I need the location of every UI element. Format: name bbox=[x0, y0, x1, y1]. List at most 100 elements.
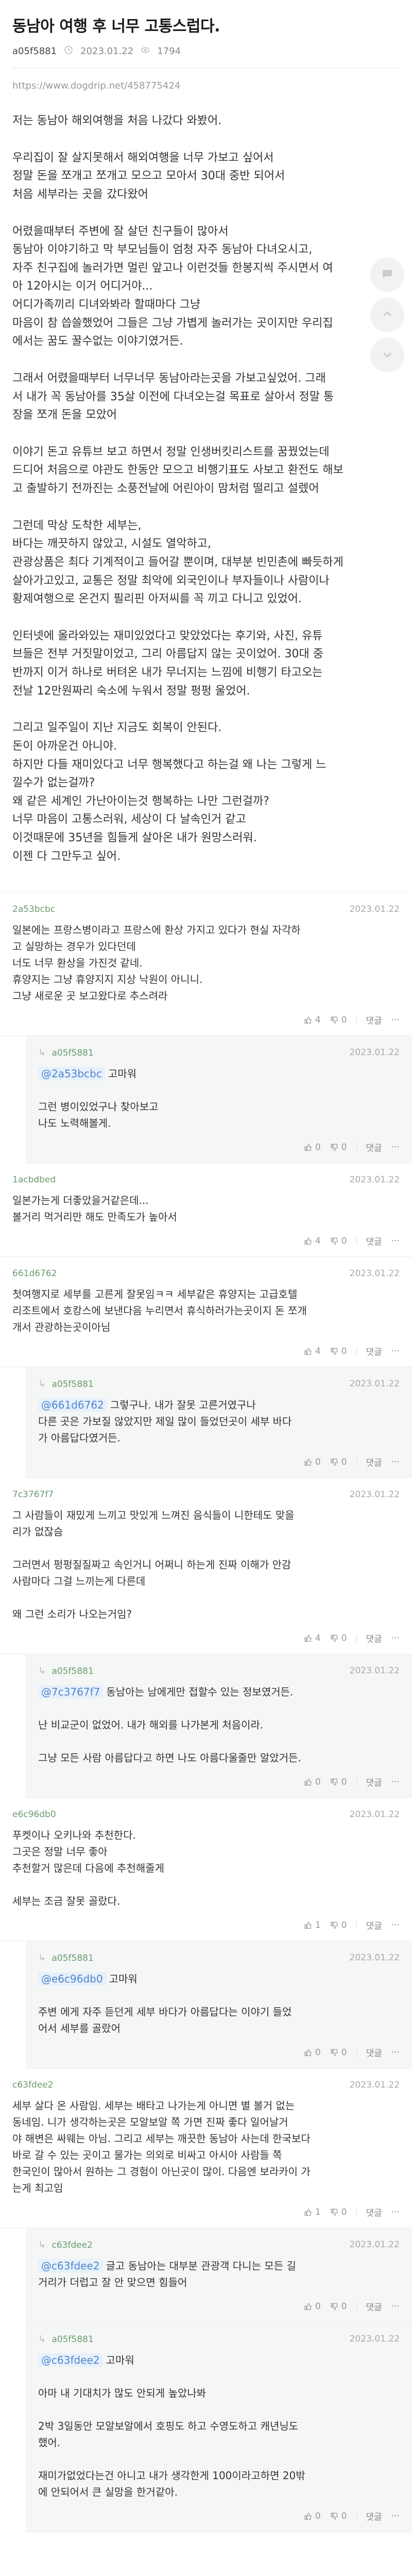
more-options-icon[interactable]: ··· bbox=[391, 1457, 400, 1467]
comment-author[interactable]: 661d6762 bbox=[12, 1268, 57, 1279]
more-options-icon[interactable]: ··· bbox=[391, 1633, 400, 1643]
more-options-icon[interactable]: ··· bbox=[391, 1777, 400, 1787]
more-options-icon[interactable]: ··· bbox=[391, 2301, 400, 2312]
dislike-count: 0 bbox=[341, 2047, 347, 2058]
comment-float-button[interactable] bbox=[371, 258, 404, 291]
dislike-button[interactable]: 0 bbox=[330, 2301, 347, 2312]
more-options-icon[interactable]: ··· bbox=[391, 1142, 400, 1153]
thumbs-down-icon bbox=[331, 1144, 338, 1151]
reply-button[interactable]: 댓글 bbox=[366, 1141, 382, 1154]
reply-button[interactable]: 댓글 bbox=[366, 2510, 382, 2522]
comment-body: 세부 살다 온 사람임. 세부는 배타고 나가는게 아니면 별 볼거 없는 동네… bbox=[12, 2097, 400, 2196]
like-button[interactable]: 0 bbox=[304, 1457, 321, 1467]
dislike-count: 0 bbox=[341, 1633, 347, 1643]
more-options-icon[interactable]: ··· bbox=[391, 2511, 400, 2521]
comment-body: @c63fdee2 고마워 아마 내 기대치가 많도 안되게 높았나봐 2박 3일… bbox=[38, 2352, 400, 2500]
thumbs-up-icon bbox=[304, 2209, 312, 2216]
comment-list: 2a53bcbc 2023.01.22 일본에는 프랑스병이라고 프랑스에 환상… bbox=[0, 892, 412, 2533]
dislike-button[interactable]: 0 bbox=[330, 2511, 347, 2521]
more-options-icon[interactable]: ··· bbox=[391, 1920, 400, 1930]
mention-tag[interactable]: @661d6762 bbox=[38, 1398, 107, 1412]
dislike-button[interactable]: 0 bbox=[330, 1142, 347, 1153]
comment-author[interactable]: 2a53bcbc bbox=[12, 904, 55, 914]
divider bbox=[356, 1458, 357, 1466]
mention-tag[interactable]: @c63fdee2 bbox=[38, 2259, 103, 2273]
paragraph: 어렸을때부터 주변에 잘 살던 친구들이 많아서 동남아 이야기하고 막 부모님… bbox=[12, 225, 333, 348]
dislike-button[interactable]: 0 bbox=[330, 2207, 347, 2217]
divider bbox=[356, 1921, 357, 1929]
comment-author[interactable]: c63fdee2 bbox=[12, 2080, 54, 2090]
comment-item: 7c3767f7 2023.01.22 그 사람들이 재밌게 느끼고 맛있게 느… bbox=[0, 1478, 412, 1655]
dislike-button[interactable]: 0 bbox=[330, 1777, 347, 1787]
comment-author[interactable]: 1acbdbed bbox=[12, 1175, 56, 1185]
reply-button[interactable]: 댓글 bbox=[366, 2300, 382, 2313]
thumbs-down-icon bbox=[331, 2209, 338, 2216]
comment-author[interactable]: a05f5881 bbox=[52, 2334, 94, 2345]
comment-author[interactable]: a05f5881 bbox=[52, 1953, 94, 1963]
more-options-icon[interactable]: ··· bbox=[391, 1236, 400, 1246]
reply-button[interactable]: 댓글 bbox=[366, 1013, 382, 1026]
paragraph: 이야기 돈고 유튜브 보고 하면서 정말 인생버킷리스트를 꿈꿨었는데 드디어 … bbox=[12, 445, 344, 495]
dislike-button[interactable]: 0 bbox=[330, 1457, 347, 1467]
source-link[interactable]: https://www.dogdrip.net/458775424 bbox=[0, 68, 412, 91]
dislike-count: 0 bbox=[341, 2207, 347, 2217]
comment-actions: 0 0 댓글 ··· bbox=[38, 1141, 400, 1154]
mention-tag[interactable]: @7c3767f7 bbox=[38, 1685, 104, 1699]
more-options-icon[interactable]: ··· bbox=[391, 2207, 400, 2217]
like-button[interactable]: 0 bbox=[304, 2047, 321, 2058]
dislike-button[interactable]: 0 bbox=[330, 1015, 347, 1025]
more-options-icon[interactable]: ··· bbox=[391, 1015, 400, 1025]
dislike-button[interactable]: 0 bbox=[330, 1236, 347, 1246]
more-options-icon[interactable]: ··· bbox=[391, 2047, 400, 2058]
like-button[interactable]: 0 bbox=[304, 2511, 321, 2521]
comment-actions: 4 0 댓글 ··· bbox=[12, 1013, 400, 1026]
reply-button[interactable]: 댓글 bbox=[366, 1775, 382, 1788]
reply-button[interactable]: 댓글 bbox=[366, 2206, 382, 2218]
like-button[interactable]: 4 bbox=[304, 1633, 321, 1643]
like-button[interactable]: 0 bbox=[304, 1777, 321, 1787]
scroll-top-button[interactable] bbox=[371, 298, 404, 331]
dislike-button[interactable]: 0 bbox=[330, 1920, 347, 1930]
like-button[interactable]: 4 bbox=[304, 1015, 321, 1025]
post-author[interactable]: a05f5881 bbox=[12, 46, 57, 57]
like-count: 0 bbox=[315, 1776, 321, 1787]
like-button[interactable]: 4 bbox=[304, 1346, 321, 1357]
scroll-bottom-button[interactable] bbox=[371, 338, 404, 371]
more-options-icon[interactable]: ··· bbox=[391, 1346, 400, 1357]
comment-author[interactable]: a05f5881 bbox=[52, 1379, 94, 1389]
comment-item: 2a53bcbc 2023.01.22 일본에는 프랑스병이라고 프랑스에 환상… bbox=[0, 893, 412, 1037]
reply-button[interactable]: 댓글 bbox=[366, 1632, 382, 1645]
mention-tag[interactable]: @c63fdee2 bbox=[38, 2353, 103, 2367]
comment-body: @c63fdee2 글고 동남아는 대부분 관광객 다니는 모든 길 거리가 더럽… bbox=[38, 2258, 400, 2291]
dislike-button[interactable]: 0 bbox=[330, 1346, 347, 1357]
reply-button[interactable]: 댓글 bbox=[366, 1919, 382, 1931]
reply-button[interactable]: 댓글 bbox=[366, 1345, 382, 1358]
mention-tag[interactable]: @e6c96db0 bbox=[38, 1972, 106, 1986]
comment-author[interactable]: 7c3767f7 bbox=[12, 1489, 54, 1500]
dislike-button[interactable]: 0 bbox=[330, 2047, 347, 2058]
dislike-button[interactable]: 0 bbox=[330, 1633, 347, 1643]
comment-author[interactable]: e6c96db0 bbox=[12, 1809, 56, 1820]
comment-date: 2023.01.22 bbox=[349, 1379, 400, 1389]
reply-button[interactable]: 댓글 bbox=[366, 1234, 382, 1247]
divider bbox=[356, 1143, 357, 1151]
reply-button[interactable]: 댓글 bbox=[366, 1455, 382, 1468]
like-button[interactable]: 4 bbox=[304, 1236, 321, 1246]
like-button[interactable]: 0 bbox=[304, 1142, 321, 1153]
like-button[interactable]: 1 bbox=[304, 1920, 321, 1930]
divider bbox=[356, 1777, 357, 1786]
comment-actions: 0 0 댓글 ··· bbox=[38, 2510, 400, 2522]
chat-icon bbox=[383, 270, 392, 278]
like-button[interactable]: 1 bbox=[304, 2207, 321, 2217]
comment-author[interactable]: a05f5881 bbox=[52, 1666, 94, 1676]
like-count: 4 bbox=[315, 1633, 321, 1643]
comment-actions: 1 0 댓글 ··· bbox=[12, 2206, 400, 2218]
comment-header: ↳ a05f5881 2023.01.22 bbox=[38, 2334, 400, 2345]
like-button[interactable]: 0 bbox=[304, 2301, 321, 2312]
thumbs-up-icon bbox=[304, 1238, 312, 1245]
mention-tag[interactable]: @2a53bcbc bbox=[38, 1067, 105, 1081]
comment-author[interactable]: c63fdee2 bbox=[52, 2240, 93, 2250]
thumbs-up-icon bbox=[304, 1348, 312, 1355]
comment-author[interactable]: a05f5881 bbox=[52, 1048, 94, 1058]
reply-button[interactable]: 댓글 bbox=[366, 2046, 382, 2059]
